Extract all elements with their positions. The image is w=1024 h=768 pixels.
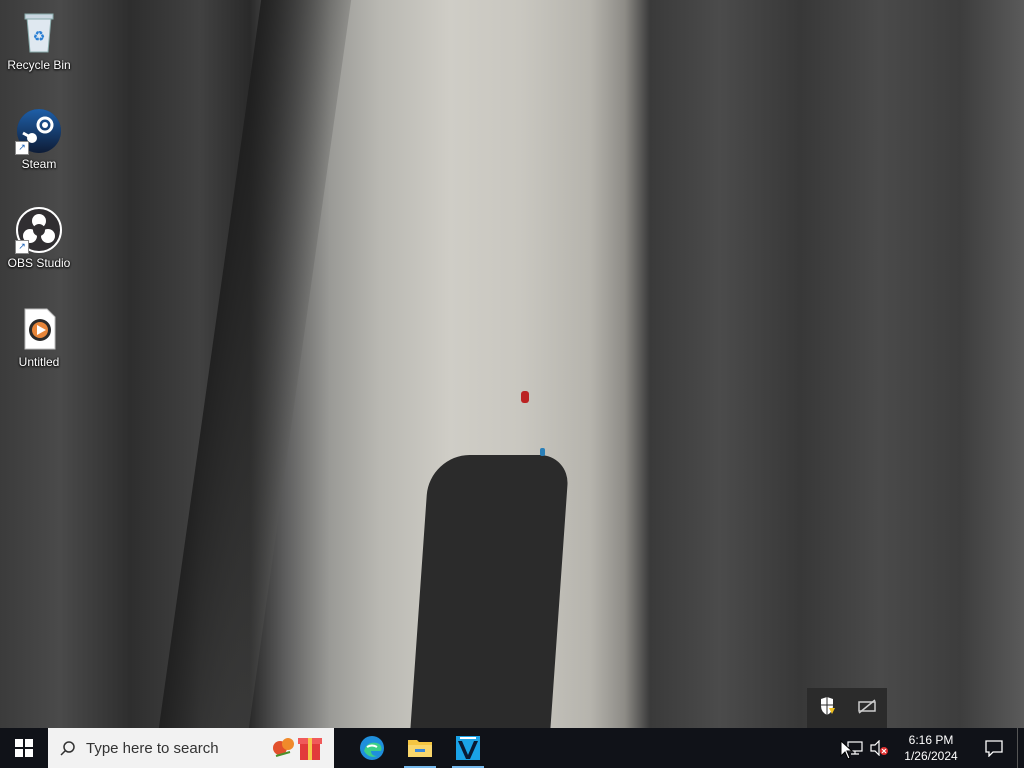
taskbar-app-pinned[interactable] xyxy=(444,728,492,768)
desktop-icon-untitled[interactable]: Untitled xyxy=(0,299,78,369)
shortcut-arrow-icon: ↗ xyxy=(15,141,29,155)
wallpaper-climber xyxy=(540,448,545,456)
volume-muted-icon[interactable] xyxy=(867,728,891,768)
desktop-icon-label: Recycle Bin xyxy=(7,58,71,72)
steam-icon: ↗ xyxy=(15,107,63,155)
search-placeholder: Type here to search xyxy=(86,739,219,757)
clock-date: 1/26/2024 xyxy=(904,749,958,763)
svg-text:♻: ♻ xyxy=(33,28,46,44)
desktop-icon-recycle-bin[interactable]: ♻ Recycle Bin xyxy=(0,2,78,72)
shortcut-arrow-icon: ↗ xyxy=(15,240,29,254)
file-explorer-icon xyxy=(408,740,432,757)
mouse-cursor-icon xyxy=(840,740,854,760)
desktop-icon-label: Untitled xyxy=(18,355,60,369)
taskbar-clock[interactable]: 6:16 PM 1/26/2024 xyxy=(891,732,971,764)
start-button[interactable] xyxy=(0,728,48,768)
obs-studio-icon: ↗ xyxy=(15,206,63,254)
network-off-icon[interactable] xyxy=(857,696,877,721)
wallpaper-shade xyxy=(158,0,352,728)
desktop-icon-label: Steam xyxy=(21,157,57,171)
tray-overflow-flyout xyxy=(807,688,887,728)
windows-logo-icon xyxy=(15,739,33,757)
clock-time: 6:16 PM xyxy=(908,733,954,747)
pinned-app-icon xyxy=(456,736,480,760)
show-desktop-button[interactable] xyxy=(1017,728,1024,768)
notification-icon xyxy=(985,740,1003,757)
desktop-icon-obs-studio[interactable]: ↗ OBS Studio xyxy=(0,200,78,270)
search-icon xyxy=(60,741,75,756)
desktop-icon-steam[interactable]: ↗ Steam xyxy=(0,101,78,171)
wallpaper-rock xyxy=(410,455,570,728)
taskbar-app-edge[interactable] xyxy=(348,728,396,768)
wallpaper-climber xyxy=(521,391,529,403)
desktop-icon-label: OBS Studio xyxy=(7,256,71,270)
taskbar-search-box[interactable]: Type here to search xyxy=(48,728,334,768)
taskbar-app-file-explorer[interactable] xyxy=(396,728,444,768)
security-warning-icon[interactable] xyxy=(817,696,837,721)
taskbar: Type here to search 6:16 PM 1/26/2024 xyxy=(0,728,1024,768)
edge-icon xyxy=(360,736,384,760)
search-highlight-gift-icon[interactable] xyxy=(268,732,328,764)
desktop-wallpaper xyxy=(0,0,1024,728)
action-center-button[interactable] xyxy=(971,728,1017,768)
recycle-bin-icon: ♻ xyxy=(15,8,63,56)
media-file-icon xyxy=(15,305,63,353)
